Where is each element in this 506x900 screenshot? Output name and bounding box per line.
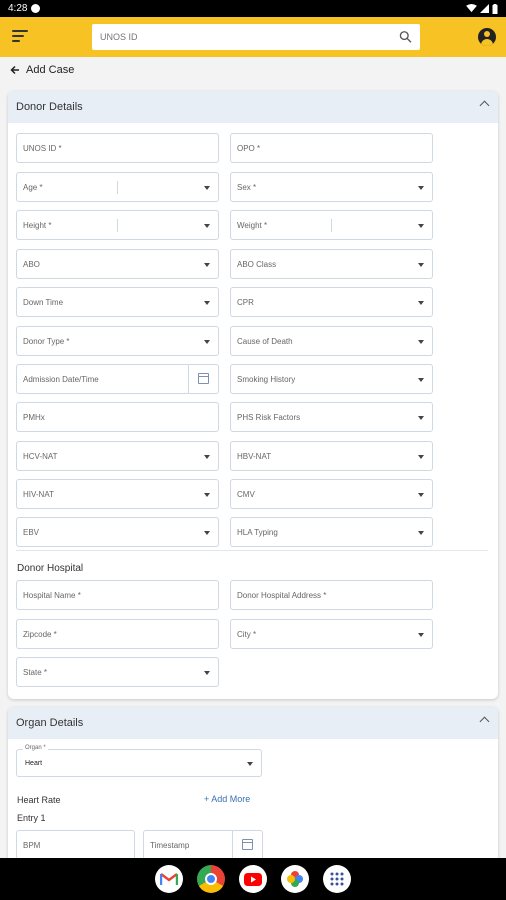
apps-icon[interactable] (323, 865, 351, 893)
dropdown-caret-icon (418, 186, 424, 190)
system-dock (0, 858, 506, 900)
dropdown-caret-icon (204, 224, 210, 228)
calendar-icon[interactable] (242, 839, 253, 850)
youtube-icon[interactable] (239, 865, 267, 893)
organ-details-card: Organ Details Organ * Heart Heart Rate +… (8, 707, 498, 867)
bpm-field[interactable]: BPM (16, 830, 135, 860)
status-bar: 4:28 (0, 0, 506, 17)
timestamp-field[interactable]: Timestamp (143, 830, 263, 860)
cpr-select[interactable]: CPR (230, 287, 433, 317)
opo-field[interactable]: OPO * (230, 133, 433, 163)
section-divider (16, 550, 488, 551)
donor-hospital-title: Donor Hospital (17, 563, 84, 574)
account-icon[interactable] (478, 28, 496, 46)
unos-id-field[interactable]: UNOS ID * (16, 133, 219, 163)
signal-icon (480, 4, 489, 13)
ebv-select[interactable]: EBV (16, 517, 219, 547)
smoking-history-select[interactable]: Smoking History (230, 364, 433, 394)
hcv-nat-select[interactable]: HCV-NAT (16, 441, 219, 471)
hiv-nat-select[interactable]: HIV-NAT (16, 479, 219, 509)
calendar-icon[interactable] (198, 373, 209, 384)
search-input[interactable] (100, 32, 399, 42)
weight-field[interactable]: Weight * (230, 210, 433, 240)
donor-details-card: Donor Details UNOS ID * OPO * Age * Sex … (8, 91, 498, 699)
app-bar (0, 17, 506, 57)
dropdown-caret-icon (204, 493, 210, 497)
dropdown-caret-icon (418, 455, 424, 459)
dropdown-caret-icon[interactable] (247, 762, 253, 766)
hospital-name-field[interactable]: Hospital Name * (16, 580, 219, 610)
city-select[interactable]: City * (230, 619, 433, 649)
calendar-button[interactable] (232, 831, 262, 859)
dropdown-caret-icon (418, 531, 424, 535)
organ-details-header[interactable]: Organ Details (8, 707, 498, 739)
heart-rate-title: Heart Rate (17, 795, 61, 805)
donor-details-title: Donor Details (16, 101, 83, 113)
state-select[interactable]: State * (16, 657, 219, 687)
organ-label: Organ * (23, 745, 48, 751)
age-field[interactable]: Age * (16, 172, 219, 202)
dropdown-caret-icon (418, 224, 424, 228)
organ-details-title: Organ Details (16, 717, 84, 729)
dropdown-caret-icon (204, 531, 210, 535)
dropdown-caret-icon (418, 378, 424, 382)
chrome-icon[interactable] (197, 865, 225, 893)
dropdown-caret-icon (418, 301, 424, 305)
back-button[interactable]: Add Case (10, 64, 74, 76)
status-time: 4:28 (8, 3, 28, 14)
cause-of-death-select[interactable]: Cause of Death (230, 326, 433, 356)
abo-class-select[interactable]: ABO Class (230, 249, 433, 279)
height-field[interactable]: Height * (16, 210, 219, 240)
zipcode-field[interactable]: Zipcode * (16, 619, 219, 649)
back-arrow-icon[interactable] (10, 65, 20, 75)
calendar-button[interactable] (188, 365, 218, 393)
search-bar[interactable] (92, 24, 420, 50)
phs-risk-select[interactable]: PHS Risk Factors (230, 402, 433, 432)
dropdown-caret-icon (418, 493, 424, 497)
admission-date-field[interactable]: Admission Date/Time (16, 364, 219, 394)
notification-icon (31, 4, 41, 13)
dropdown-caret-icon (204, 186, 210, 190)
gmail-icon[interactable] (155, 865, 183, 893)
page-title: Add Case (26, 64, 75, 76)
add-more-link[interactable]: + Add More (204, 794, 250, 804)
hla-typing-select[interactable]: HLA Typing (230, 517, 433, 547)
dropdown-caret-icon (204, 340, 210, 344)
dropdown-caret-icon (204, 455, 210, 459)
dropdown-caret-icon (204, 263, 210, 267)
dropdown-caret-icon (204, 301, 210, 305)
donor-details-header[interactable]: Donor Details (8, 91, 498, 123)
hospital-address-field[interactable]: Donor Hospital Address * (230, 580, 433, 610)
pmhx-field[interactable]: PMHx (16, 402, 219, 432)
dropdown-caret-icon (418, 340, 424, 344)
entry-label: Entry 1 (17, 813, 46, 823)
wifi-icon (466, 4, 477, 13)
hbv-nat-select[interactable]: HBV-NAT (230, 441, 433, 471)
battery-icon (492, 3, 498, 14)
donor-type-select[interactable]: Donor Type * (16, 326, 219, 356)
sex-select[interactable]: Sex * (230, 172, 433, 202)
down-time-select[interactable]: Down Time (16, 287, 219, 317)
menu-icon[interactable] (12, 27, 30, 45)
photos-icon[interactable] (281, 865, 309, 893)
dropdown-caret-icon (204, 671, 210, 675)
dropdown-caret-icon (418, 416, 424, 420)
collapse-chevron-icon[interactable] (479, 716, 490, 727)
dropdown-caret-icon (418, 263, 424, 267)
organ-select[interactable]: Organ * Heart (16, 745, 262, 777)
search-icon[interactable] (399, 30, 412, 44)
organ-value: Heart (25, 760, 43, 767)
collapse-chevron-icon[interactable] (479, 100, 490, 111)
dropdown-caret-icon (418, 633, 424, 637)
cmv-select[interactable]: CMV (230, 479, 433, 509)
abo-select[interactable]: ABO (16, 249, 219, 279)
